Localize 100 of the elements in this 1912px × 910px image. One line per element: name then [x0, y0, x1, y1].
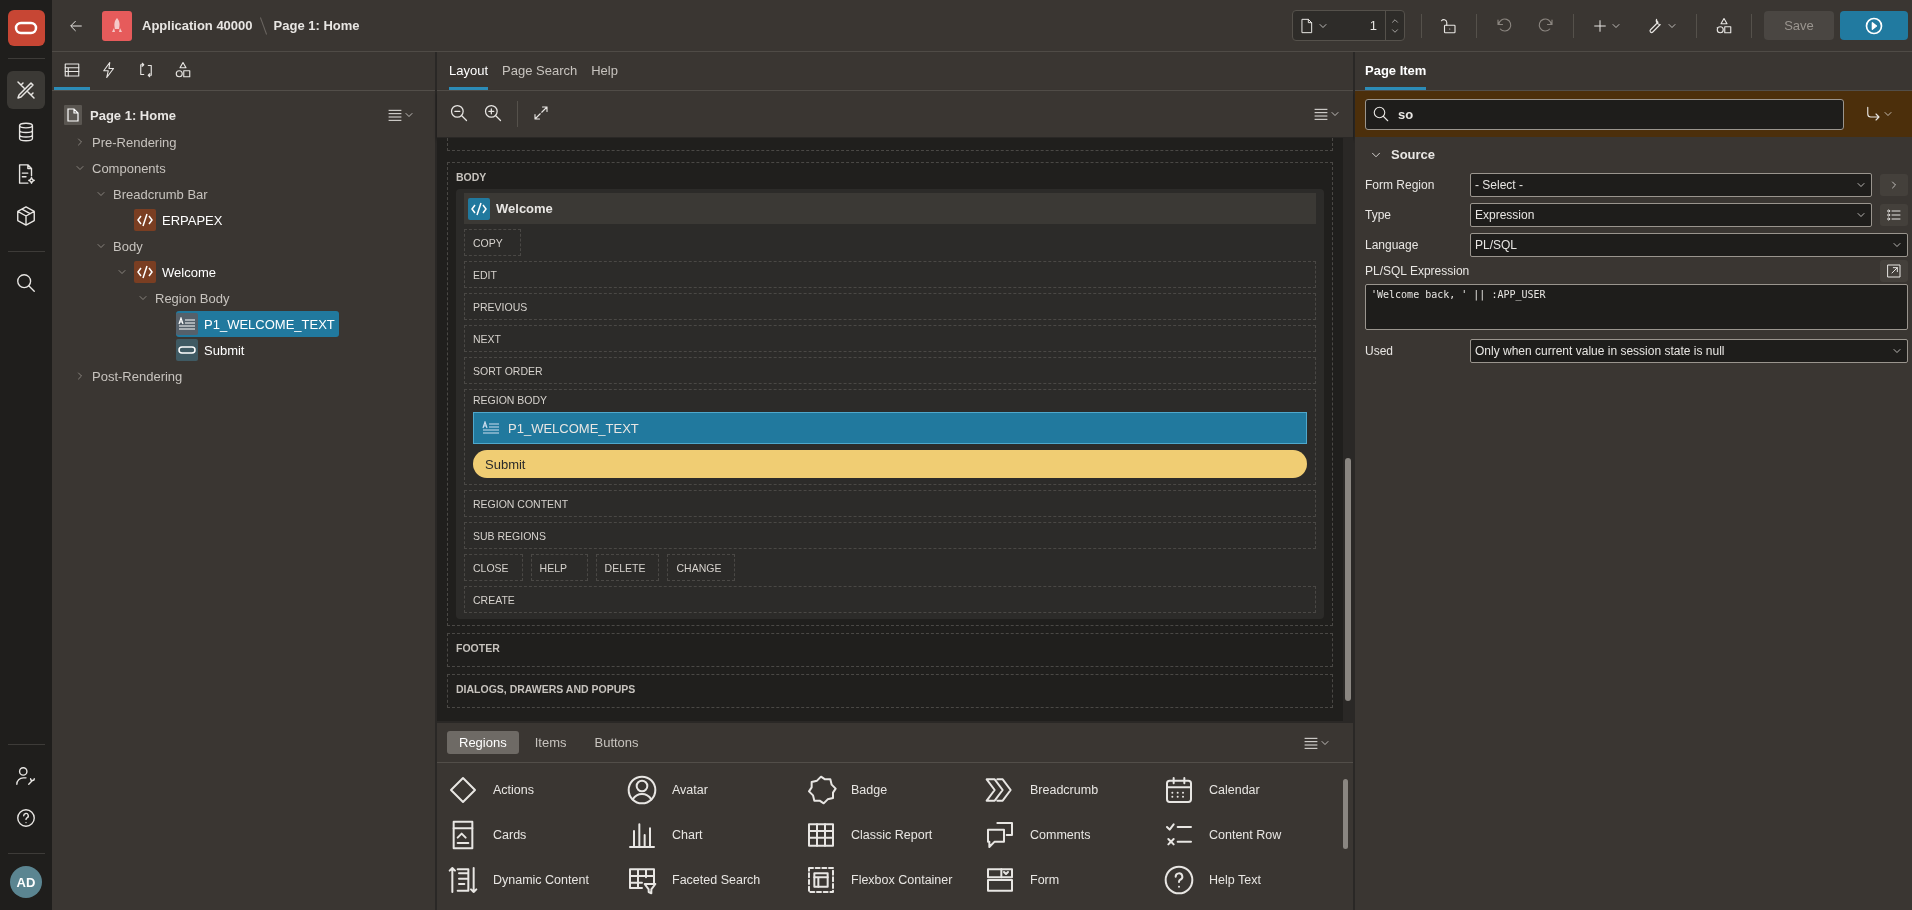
tree-node[interactable]: Body: [113, 236, 147, 256]
tree-root[interactable]: Page 1: Home: [90, 107, 379, 123]
rendering-icon: [62, 60, 82, 79]
component-position[interactable]: EDIT: [464, 261, 1316, 288]
gallery-item[interactable]: Classic Report: [805, 812, 984, 857]
tree-node[interactable]: Region Body: [155, 288, 234, 308]
field-label: Type: [1365, 208, 1392, 222]
panel-tab[interactable]: Help: [591, 54, 618, 90]
tree-node[interactable]: Submit: [176, 337, 249, 363]
button-position[interactable]: CLOSE: [464, 554, 523, 581]
button-position[interactable]: COPY: [464, 229, 521, 256]
component-position[interactable]: REGION CONTENT: [464, 490, 1316, 517]
region-icon: [134, 209, 156, 231]
page-selector[interactable]: 1: [1292, 10, 1405, 41]
user-avatar[interactable]: AD: [10, 866, 42, 898]
app-builder-button[interactable]: [7, 71, 45, 109]
section-title[interactable]: Source: [1391, 147, 1436, 162]
field-label: Form Region: [1365, 178, 1436, 192]
region-icon: [134, 261, 156, 283]
tree-node[interactable]: Components: [92, 158, 170, 178]
tree-node[interactable]: P1_WELCOME_TEXT: [176, 311, 339, 337]
scrollbar[interactable]: [1343, 138, 1353, 721]
user-wrench-icon: [15, 765, 37, 787]
gallery-item[interactable]: Cards: [447, 812, 626, 857]
list-icon: [1313, 106, 1329, 122]
region-card[interactable]: Welcome COPY EDIT PREVIOUS NEXT SORT ORDER REGION BODY P1_WELCOME_TEXT Submit REGION CONTENT SUB REGIONS CLOSE HELP DELETE CHANGE CREATE: [456, 189, 1324, 619]
shapes-icon: [174, 60, 192, 79]
button-position[interactable]: CHANGE: [667, 554, 736, 581]
position-label: REGION BODY: [473, 394, 549, 406]
page-number[interactable]: 1: [1335, 18, 1385, 33]
layout-menu-button[interactable]: [1313, 106, 1341, 122]
list-button[interactable]: [1880, 204, 1908, 226]
gallery-item[interactable]: Calendar: [1163, 767, 1342, 812]
gallery-item[interactable]: Dynamic Content: [447, 857, 626, 902]
select-field[interactable]: - Select -: [1470, 173, 1872, 197]
cube-icon: [15, 205, 37, 227]
tree-menu-button[interactable]: [387, 107, 415, 123]
button-position[interactable]: HELP: [530, 554, 588, 581]
tree-node[interactable]: Breadcrumb Bar: [113, 184, 212, 204]
gallery-item[interactable]: Flexbox Container: [805, 857, 984, 902]
undo-icon: [1495, 16, 1513, 35]
gallery-tab[interactable]: Items: [522, 731, 579, 754]
rocket-icon: [102, 10, 132, 41]
gallery-item[interactable]: Avatar: [626, 767, 805, 812]
gallery-item[interactable]: Badge: [805, 767, 984, 812]
button-icon: [176, 339, 198, 361]
badge-icon: [805, 773, 837, 806]
shapes-icon: [1715, 16, 1733, 35]
search-icon: [1372, 105, 1390, 123]
select-field[interactable]: Only when current value in session state is null: [1470, 339, 1908, 363]
tree-node[interactable]: Post-Rendering: [92, 366, 187, 386]
gallery-item[interactable]: Actions: [447, 767, 626, 812]
tree-node[interactable]: ERPAPEX: [134, 207, 227, 233]
wrench-icon: [1646, 16, 1664, 35]
gallery-item[interactable]: Form: [984, 857, 1163, 902]
run-button[interactable]: [1840, 11, 1908, 40]
component-position[interactable]: SUB REGIONS: [464, 522, 1316, 549]
help-icon: [15, 807, 37, 829]
application-link[interactable]: Application 40000: [142, 18, 253, 33]
gallery-tab[interactable]: Buttons: [582, 731, 651, 754]
code-editor-button[interactable]: [1880, 260, 1908, 282]
component-position[interactable]: SORT ORDER: [464, 357, 1316, 384]
unlocked-icon: [1440, 16, 1458, 35]
filter-field[interactable]: so: [1365, 98, 1844, 130]
select-field[interactable]: Expression: [1470, 203, 1872, 227]
expand-icon: [532, 103, 550, 122]
oracle-logo[interactable]: [7, 10, 45, 46]
gallery-item[interactable]: Chart: [626, 812, 805, 857]
button-position[interactable]: DELETE: [595, 554, 660, 581]
page-title: Page 1: Home: [273, 18, 360, 33]
gallery-item[interactable]: Faceted Search: [626, 857, 805, 902]
gallery-item[interactable]: Breadcrumb: [984, 767, 1163, 812]
page-item[interactable]: P1_WELCOME_TEXT: [473, 412, 1307, 444]
component-position[interactable]: PREVIOUS: [464, 293, 1316, 320]
pencil-ruler-icon: [14, 78, 38, 102]
component-position[interactable]: NEXT: [464, 325, 1316, 352]
text-item-icon: [482, 421, 500, 435]
page-icon: [64, 105, 82, 125]
tree-node[interactable]: Welcome: [134, 259, 220, 285]
zoom-out-icon: [449, 102, 469, 123]
tree-node[interactable]: Pre-Rendering: [92, 132, 181, 152]
page-button[interactable]: Submit: [473, 450, 1307, 478]
gallery-item[interactable]: Content Row: [1163, 812, 1342, 857]
panel-tab[interactable]: Layout: [449, 54, 489, 90]
page-icon: [1299, 16, 1315, 35]
text-item-icon: [176, 313, 198, 335]
panel-tab[interactable]: Page Search: [502, 54, 578, 90]
region-title[interactable]: Welcome: [496, 201, 553, 216]
code-editor-field[interactable]: 'Welcome back, ' || :APP_USER: [1365, 284, 1908, 330]
gallery-item[interactable]: Comments: [984, 812, 1163, 857]
person-circle-icon: [626, 773, 658, 806]
field-label: PL/SQL Expression: [1365, 264, 1471, 278]
gallery-item[interactable]: Help Text: [1163, 857, 1342, 902]
hook-arrow-icon: [1864, 105, 1882, 123]
select-field[interactable]: PL/SQL: [1470, 233, 1908, 257]
component-position[interactable]: CREATE: [464, 586, 1316, 613]
go-to-group-button[interactable]: [1864, 105, 1894, 123]
plus-icon: [1592, 17, 1608, 34]
gallery-tab[interactable]: Regions: [447, 731, 519, 754]
section-label: DIALOGS, DRAWERS AND POPUPS: [456, 682, 637, 697]
